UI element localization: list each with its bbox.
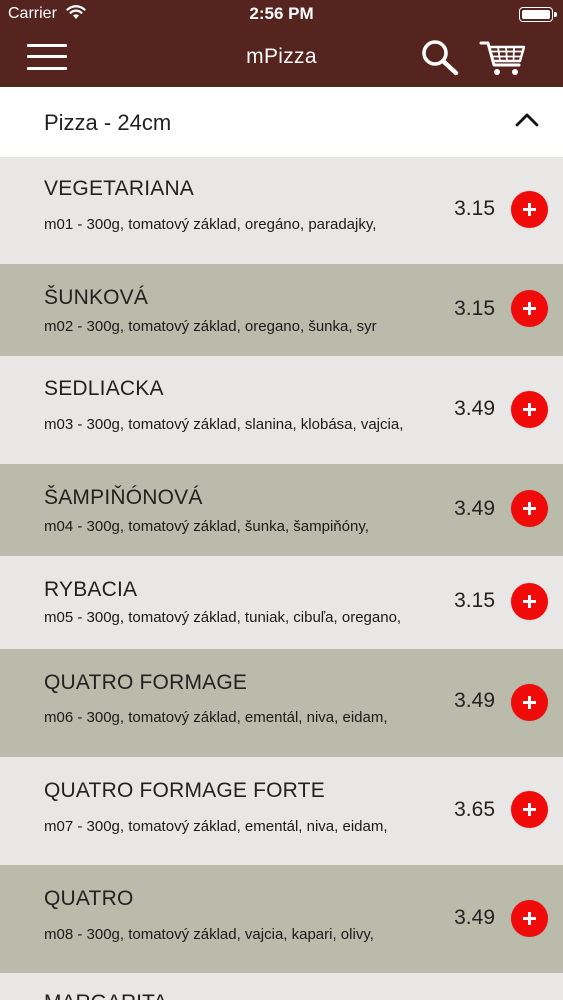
- item-name: QUATRO FORMAGE FORTE: [44, 779, 325, 802]
- item-description: m06 - 300g, tomatový základ, ementál, ni…: [44, 709, 388, 726]
- item-price: 3.15: [454, 197, 495, 220]
- chevron-up-icon[interactable]: [514, 112, 540, 128]
- item-name: QUATRO FORMAGE: [44, 671, 248, 694]
- add-to-cart-button[interactable]: [511, 684, 548, 721]
- battery-icon: [519, 7, 557, 22]
- item-description: m03 - 300g, tomatový základ, slanina, kl…: [44, 416, 404, 433]
- item-name: RYBACIA: [44, 578, 138, 601]
- menu-list: VEGETARIANA m01 - 300g, tomatový základ,…: [0, 157, 563, 973]
- item-name: MARGARITA: [44, 991, 167, 1000]
- item-price: 3.65: [454, 798, 495, 821]
- clock: 2:56 PM: [249, 4, 314, 23]
- menu-item: ŠUNKOVÁ m02 - 300g, tomatový základ, ore…: [0, 264, 563, 356]
- item-description: m08 - 300g, tomatový základ, vajcia, kap…: [44, 926, 374, 943]
- item-name: VEGETARIANA: [44, 177, 195, 200]
- item-name: SEDLIACKA: [44, 377, 164, 400]
- add-to-cart-button[interactable]: [511, 583, 548, 620]
- menu-item: MARGARITA: [0, 973, 563, 1000]
- menu-item: QUATRO m08 - 300g, tomatový základ, vajc…: [0, 865, 563, 973]
- add-to-cart-button[interactable]: [511, 791, 548, 828]
- item-price: 3.15: [454, 297, 495, 320]
- menu-item: ŠAMPIŇÓNOVÁ m04 - 300g, tomatový základ,…: [0, 464, 563, 556]
- item-description: m07 - 300g, tomatový základ, ementál, ni…: [44, 818, 388, 835]
- item-name: ŠUNKOVÁ: [44, 286, 149, 309]
- add-to-cart-button[interactable]: [511, 191, 548, 228]
- add-to-cart-button[interactable]: [511, 391, 548, 428]
- item-price: 3.49: [454, 497, 495, 520]
- status-bar: Carrier 2:56 PM: [0, 0, 563, 30]
- item-name: ŠAMPIŇÓNOVÁ: [44, 486, 203, 509]
- item-description: m04 - 300g, tomatový základ, šunka, šamp…: [44, 518, 369, 535]
- item-price: 3.49: [454, 397, 495, 420]
- menu-item: QUATRO FORMAGE m06 - 300g, tomatový zákl…: [0, 649, 563, 757]
- menu-item: RYBACIA m05 - 300g, tomatový základ, tun…: [0, 556, 563, 649]
- search-icon[interactable]: [420, 38, 460, 76]
- nav-bar: mPizza: [0, 30, 563, 87]
- item-price: 3.15: [454, 589, 495, 612]
- category-title: Pizza - 24cm: [44, 110, 172, 135]
- item-description: m02 - 300g, tomatový základ, oregano, šu…: [44, 318, 377, 335]
- category-header[interactable]: Pizza - 24cm: [0, 87, 563, 157]
- menu-item: SEDLIACKA m03 - 300g, tomatový základ, s…: [0, 356, 563, 464]
- item-description: m05 - 300g, tomatový základ, tuniak, cib…: [44, 609, 402, 626]
- add-to-cart-button[interactable]: [511, 290, 548, 327]
- item-price: 3.49: [454, 689, 495, 712]
- menu-item: QUATRO FORMAGE FORTE m07 - 300g, tomatov…: [0, 757, 563, 865]
- item-description: m01 - 300g, tomatový základ, oregáno, pa…: [44, 216, 377, 233]
- add-to-cart-button[interactable]: [511, 900, 548, 937]
- item-price: 3.49: [454, 906, 495, 929]
- item-name: QUATRO: [44, 887, 134, 910]
- shopping-cart-icon[interactable]: [479, 38, 527, 78]
- menu-item: VEGETARIANA m01 - 300g, tomatový základ,…: [0, 157, 563, 264]
- add-to-cart-button[interactable]: [511, 490, 548, 527]
